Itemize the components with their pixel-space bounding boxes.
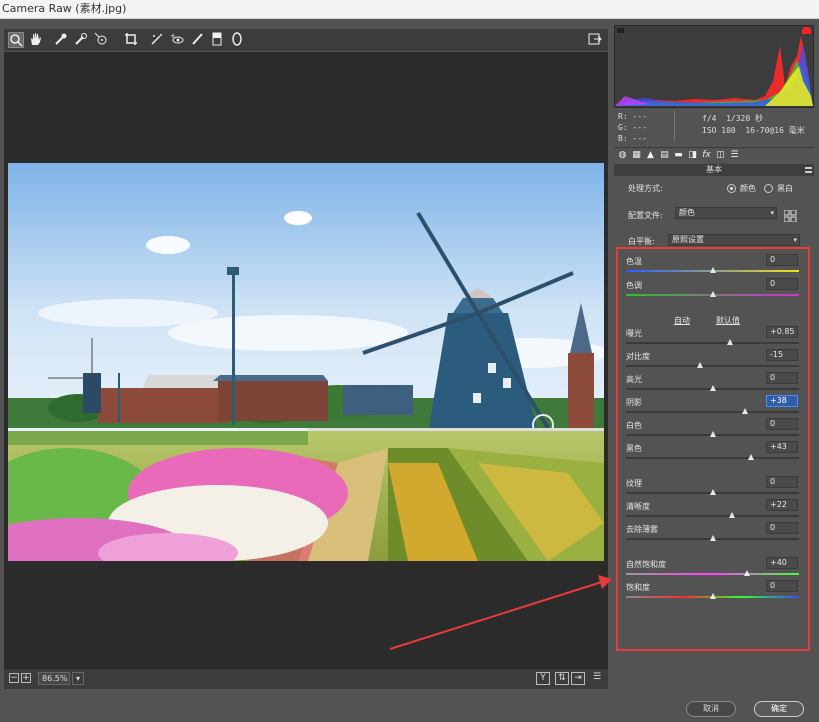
chevron-down-icon: ▾: [770, 209, 774, 217]
process-color-label: 颜色: [740, 184, 756, 193]
profile-value: 颜色: [679, 208, 695, 217]
b-label: B:: [618, 134, 628, 143]
spot-removal-icon[interactable]: [150, 32, 166, 48]
before-after-y-icon[interactable]: Y: [536, 672, 550, 685]
red-eye-icon[interactable]: +: [170, 32, 186, 48]
tab-calibration-icon[interactable]: ◫: [715, 150, 726, 161]
zoom-level[interactable]: 86.5%: [38, 672, 70, 685]
white-balance-icon[interactable]: [54, 32, 70, 48]
camera-raw-window: + − + 86.5% ▾ Y ⇅ ⇥ ☰ R: --- G: --- B: -…: [0, 19, 819, 722]
white-balance-label: 白平衡:: [628, 237, 655, 246]
profile-dropdown[interactable]: 颜色 ▾: [675, 207, 777, 219]
section-header: 基本: [614, 164, 814, 176]
tab-split-toning-icon[interactable]: ▬: [673, 150, 684, 161]
window-title: Camera Raw (素材.jpg): [0, 0, 819, 19]
white-balance-value: 原照设置: [672, 235, 704, 244]
cancel-button[interactable]: 取消: [686, 701, 736, 717]
histogram: [614, 25, 814, 108]
targeted-adjustment-icon[interactable]: [94, 32, 110, 48]
tab-lens-icon[interactable]: ◨: [687, 150, 698, 161]
radial-filter-icon[interactable]: [230, 32, 246, 48]
svg-text:+: +: [170, 32, 176, 40]
preview-photo[interactable]: [8, 163, 604, 561]
tab-basic-icon[interactable]: ◍: [617, 150, 628, 161]
swap-settings-icon[interactable]: ⇅: [555, 672, 569, 685]
preview-status-bar: − + 86.5% ▾ Y ⇅ ⇥ ☰: [4, 669, 608, 689]
toggle-settings-icon[interactable]: ☰: [590, 672, 604, 685]
ok-button[interactable]: 确定: [754, 701, 804, 717]
r-label: R:: [618, 112, 628, 121]
profile-browser-icon[interactable]: [783, 207, 797, 223]
tab-effects-icon[interactable]: fx: [701, 150, 712, 161]
hand-tool-icon[interactable]: [28, 32, 44, 48]
white-balance-dropdown[interactable]: 原照设置 ▾: [668, 234, 800, 246]
readout-divider: [674, 111, 675, 141]
image-preview-area[interactable]: [4, 52, 608, 669]
pixel-readout: R: --- G: --- B: --- f/4 1/320 秒 ISO 100…: [614, 109, 814, 145]
highlight-clip-warning-icon[interactable]: [802, 27, 811, 34]
panel-tabs: ◍ ▦ ▲ ▤ ▬ ◨ fx ◫ ☰: [614, 147, 814, 163]
lens-info: 16-70@16 毫米: [745, 126, 805, 135]
zoom-out-button[interactable]: −: [9, 673, 19, 683]
aperture: f/4: [702, 114, 717, 123]
zoom-in-button[interactable]: +: [21, 673, 31, 683]
graduated-filter-icon[interactable]: [210, 32, 226, 48]
tab-detail-icon[interactable]: ▲: [645, 150, 656, 161]
g-value: ---: [632, 123, 647, 132]
process-bw-label: 黑白: [777, 184, 793, 193]
g-label: G:: [618, 123, 628, 132]
panel-menu-icon[interactable]: [805, 167, 812, 173]
process-label: 处理方式:: [628, 184, 663, 193]
color-sampler-icon[interactable]: [74, 32, 90, 48]
copy-settings-icon[interactable]: ⇥: [571, 672, 585, 685]
annotation-highlight-box: [616, 247, 810, 651]
section-title: 基本: [706, 165, 722, 174]
export-icon[interactable]: [588, 32, 604, 48]
toolbar: +: [4, 29, 608, 51]
zoom-tool-icon[interactable]: [8, 32, 24, 48]
chevron-down-icon: ▾: [793, 236, 797, 244]
tab-presets-icon[interactable]: ☰: [729, 150, 740, 161]
crop-icon[interactable]: [124, 32, 140, 48]
tab-tone-curve-icon[interactable]: ▦: [631, 150, 642, 161]
process-color-radio[interactable]: [727, 184, 736, 193]
shadow-clip-warning-icon[interactable]: [617, 28, 624, 33]
shutter-speed: 1/320 秒: [726, 114, 763, 123]
adjustment-brush-icon[interactable]: [190, 32, 206, 48]
tab-hsl-icon[interactable]: ▤: [659, 150, 670, 161]
b-value: ---: [632, 134, 647, 143]
zoom-dropdown-icon[interactable]: ▾: [72, 672, 84, 685]
profile-label: 配置文件:: [628, 211, 663, 220]
iso: ISO 100: [702, 126, 736, 135]
process-bw-radio[interactable]: [764, 184, 773, 193]
r-value: ---: [632, 112, 647, 121]
